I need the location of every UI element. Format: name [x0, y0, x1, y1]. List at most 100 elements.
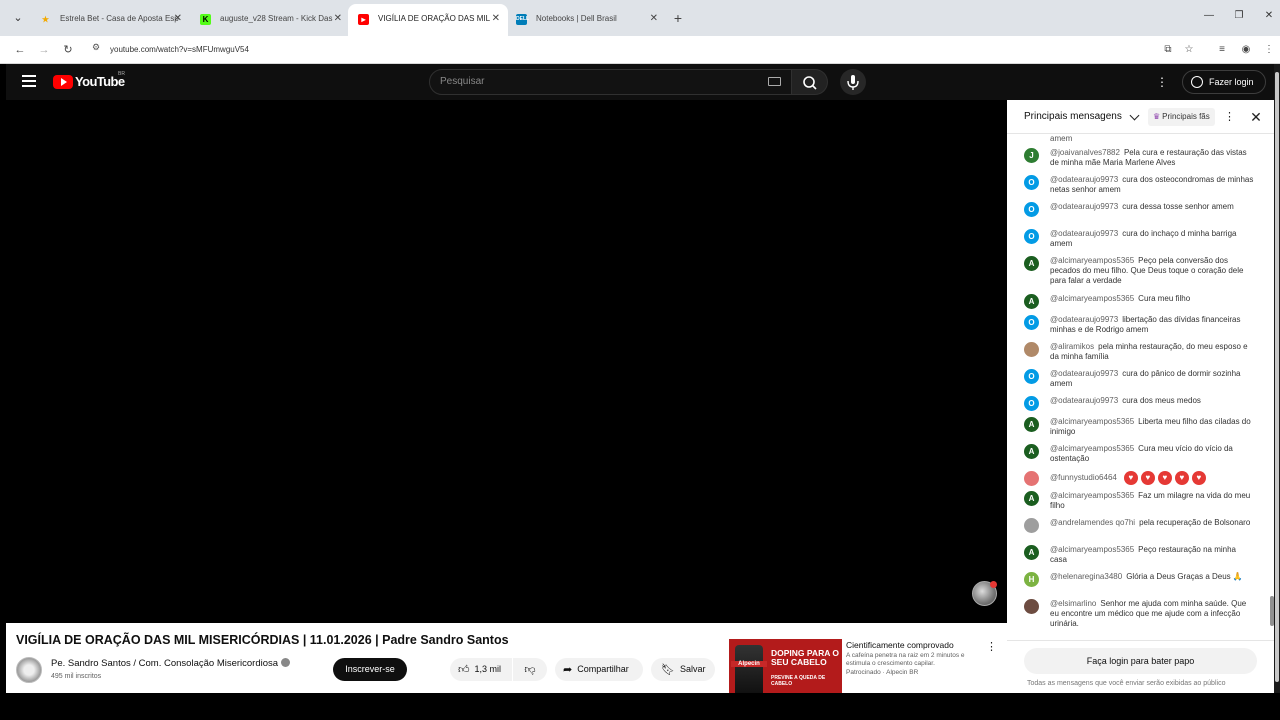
chat-message[interactable]: @aliramikos pela minha restauração, do me… [1024, 342, 1254, 362]
tab-kick-stream[interactable]: K auguste_v28 Stream - Kick Das ✕ [190, 6, 350, 32]
chat-avatar[interactable]: O [1024, 202, 1039, 217]
video-player[interactable] [6, 100, 1007, 623]
chat-avatar[interactable]: A [1024, 294, 1039, 309]
chat-avatar[interactable]: O [1024, 396, 1039, 411]
chat-message[interactable]: A @alcimaryeampos5365 Cura meu filho [1024, 294, 1254, 309]
chat-avatar[interactable]: A [1024, 417, 1039, 432]
voice-search-button[interactable] [840, 69, 866, 95]
minimize-icon[interactable]: — [1199, 10, 1219, 21]
chat-message[interactable]: A @alcimaryeampos5365 Peço restauração na … [1024, 545, 1254, 565]
chat-author[interactable]: @odatearaujo9973 [1050, 202, 1118, 211]
chat-message[interactable]: O @odatearaujo9973 cura do inchaço d minha… [1024, 229, 1254, 249]
ad-more-icon[interactable]: ⋮ [986, 640, 997, 656]
cast-icon[interactable]: ⧉ [1160, 41, 1176, 59]
tab-close-icon[interactable]: ✕ [492, 4, 500, 34]
chat-author[interactable]: @joaivanalves7882 [1050, 148, 1120, 157]
chat-message[interactable]: @andrelamendes qo7hi pela recuperação de … [1024, 518, 1254, 533]
channel-watermark-icon[interactable] [972, 581, 997, 606]
tab-close-icon[interactable]: ✕ [174, 6, 182, 32]
share-button[interactable]: ➦ Compartilhar [555, 658, 643, 681]
chat-message[interactable]: O @odatearaujo9973 cura dessa tosse senhor… [1024, 202, 1254, 217]
tab-close-icon[interactable]: ✕ [650, 6, 658, 32]
media-controls-icon[interactable]: ≡ [1214, 41, 1230, 59]
chat-message[interactable]: @funnystudio6464 ♥ ♥ ♥ ♥ ♥ [1024, 471, 1254, 486]
chevron-down-icon[interactable] [1129, 110, 1140, 121]
chat-author[interactable]: @odatearaujo9973 [1050, 229, 1118, 238]
chat-author[interactable]: @andrelamendes qo7hi [1050, 518, 1135, 527]
url-field[interactable]: ⚙ youtube.com/watch?v=sMFUmwguV54 [88, 39, 1198, 61]
tab-dell[interactable]: DELL Notebooks | Dell Brasil ✕ [506, 6, 666, 32]
chat-author[interactable]: @odatearaujo9973 [1050, 175, 1118, 184]
tab-close-icon[interactable]: ✕ [334, 6, 342, 32]
chat-avatar[interactable]: A [1024, 444, 1039, 459]
chat-message[interactable]: O @odatearaujo9973 libertação das dívidas … [1024, 315, 1254, 335]
top-fans-button[interactable]: ♛ Principais fãs [1148, 108, 1215, 126]
chat-more-icon[interactable]: ⋮ [1224, 108, 1235, 126]
search-input[interactable]: Pesquisar [429, 69, 792, 95]
chat-message-list[interactable]: amem J @joaivanalves7882 Pela cura e resta… [1007, 134, 1269, 638]
chat-avatar[interactable]: A [1024, 491, 1039, 506]
chat-author[interactable]: @odatearaujo9973 [1050, 396, 1118, 405]
dislike-button[interactable]: 👎︎ [513, 658, 547, 681]
chat-avatar[interactable]: O [1024, 315, 1039, 330]
chat-message[interactable]: O @odatearaujo9973 cura dos osteocondromas… [1024, 175, 1254, 195]
chat-author[interactable]: @elsimarlino [1050, 599, 1096, 608]
tab-youtube-vigilia[interactable]: ▸ VIGÍLIA DE ORAÇÃO DAS MIL ✕ [348, 4, 508, 36]
chat-avatar[interactable] [1024, 599, 1039, 614]
browser-menu-icon[interactable]: ⋮ [1261, 41, 1277, 59]
page-scroll-thumb[interactable] [1275, 72, 1279, 682]
subscribe-button[interactable]: Inscrever-se [333, 658, 407, 681]
chat-author[interactable]: @alcimaryeampos5365 [1050, 417, 1134, 426]
chat-sign-in-button[interactable]: Faça login para bater papo [1024, 648, 1257, 674]
maximize-icon[interactable]: ❐ [1229, 10, 1249, 21]
chat-avatar[interactable]: O [1024, 229, 1039, 244]
chat-author[interactable]: @odatearaujo9973 [1050, 315, 1118, 324]
chat-mode-dropdown[interactable]: Principais mensagens [1024, 100, 1122, 134]
chat-message[interactable]: A @alcimaryeampos5365 Liberta meu filho da… [1024, 417, 1254, 437]
chat-author[interactable]: @odatearaujo9973 [1050, 369, 1118, 378]
chat-author[interactable]: @funnystudio6464 [1050, 473, 1117, 482]
search-button[interactable] [792, 69, 828, 95]
chat-author[interactable]: @alcimaryeampos5365 [1050, 444, 1134, 453]
tab-estrela-bet[interactable]: ★ Estrela Bet - Casa de Aposta Esp ✕ [30, 6, 190, 32]
chat-message[interactable]: J @joaivanalves7882 Pela cura e restauraçã… [1024, 148, 1254, 168]
channel-avatar[interactable] [16, 657, 42, 683]
chat-message[interactable]: O @odatearaujo9973 cura dos meus medos [1024, 396, 1254, 411]
chat-avatar[interactable] [1024, 518, 1039, 533]
settings-kebab-icon[interactable]: ⋮ [1156, 73, 1168, 91]
chat-avatar[interactable] [1024, 342, 1039, 357]
chat-author[interactable]: @alcimaryeampos5365 [1050, 545, 1134, 554]
new-tab-plus-icon[interactable]: + [670, 9, 686, 27]
chat-avatar[interactable] [1024, 471, 1039, 486]
chat-author[interactable]: @helenaregina3480 [1050, 572, 1122, 581]
chat-avatar[interactable]: O [1024, 369, 1039, 384]
chat-message[interactable]: H @helenaregina3480 Glória a Deus Graças a… [1024, 572, 1254, 587]
chat-avatar[interactable]: O [1024, 175, 1039, 190]
tab-search-chevron-icon[interactable]: ⌄ [8, 9, 28, 27]
chat-author[interactable]: @alcimaryeampos5365 [1050, 256, 1134, 265]
chat-message[interactable]: A @alcimaryeampos5365 Peço pela conversão … [1024, 256, 1254, 286]
site-info-icon[interactable]: ⚙ [92, 42, 100, 53]
chat-avatar[interactable]: J [1024, 148, 1039, 163]
page-scrollbar[interactable] [1274, 64, 1280, 693]
hamburger-menu-icon[interactable] [22, 75, 36, 87]
channel-name-link[interactable]: Pe. Sandro Santos / Com. Consolação Mise… [51, 658, 291, 669]
ad-info[interactable]: Cientificamente comprovado A cafeína pen… [846, 640, 986, 676]
chat-avatar[interactable]: A [1024, 256, 1039, 271]
chat-message[interactable]: A @alcimaryeampos5365 Cura meu vício do ví… [1024, 444, 1254, 464]
chat-author[interactable]: @alcimaryeampos5365 [1050, 294, 1134, 303]
profile-icon[interactable]: ◉ [1238, 41, 1254, 59]
chat-avatar[interactable]: A [1024, 545, 1039, 560]
chat-author[interactable]: @aliramikos [1050, 342, 1094, 351]
ad-thumbnail[interactable]: Alpecin DOPING PARA O SEU CABELO PREVINE… [729, 639, 842, 693]
forward-arrow-icon[interactable]: → [35, 41, 53, 59]
chat-author[interactable]: @alcimaryeampos5365 [1050, 491, 1134, 500]
keyboard-icon[interactable] [768, 77, 781, 86]
close-icon[interactable]: ✕ [1247, 107, 1265, 127]
window-close-icon[interactable]: ✕ [1259, 10, 1279, 21]
chat-message[interactable]: @elsimarlino Senhor me ajuda com minha sa… [1024, 599, 1254, 629]
like-button[interactable]: 👍︎ 1,3 mil [450, 658, 512, 681]
chat-message[interactable]: A @alcimaryeampos5365 Faz um milagre na vi… [1024, 491, 1254, 511]
reload-icon[interactable]: ↻ [59, 41, 77, 59]
chat-avatar[interactable]: H [1024, 572, 1039, 587]
